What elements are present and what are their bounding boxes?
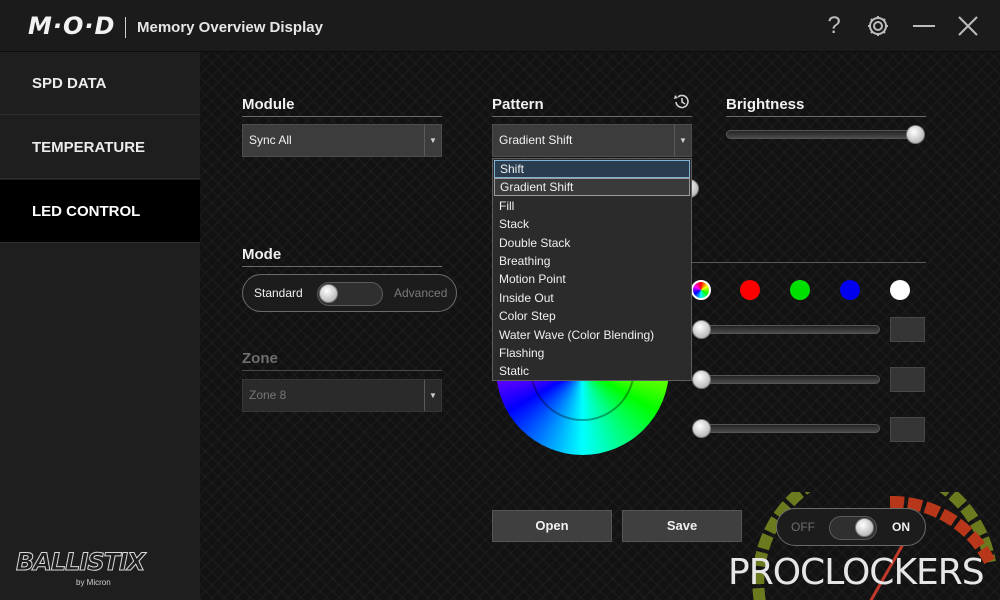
pattern-option[interactable]: Flashing [494, 344, 690, 362]
minimize-icon[interactable] [910, 12, 938, 40]
pattern-option[interactable]: Breathing [494, 252, 690, 270]
pattern-value: Gradient Shift [499, 133, 573, 147]
window-title: Memory Overview Display [137, 19, 323, 36]
pattern-option[interactable]: Gradient Shift [494, 178, 690, 197]
power-toggle[interactable]: OFF ON [776, 508, 926, 546]
swatch-blue[interactable] [840, 280, 860, 300]
chevron-down-icon: ▼ [424, 125, 441, 156]
pattern-option[interactable]: Water Wave (Color Blending) [494, 326, 690, 344]
mode-switch-knob[interactable] [319, 284, 338, 303]
power-switch[interactable] [829, 516, 877, 540]
red-value-box[interactable] [890, 317, 925, 342]
sidebar: SPD DATA TEMPERATURE LED CONTROL [0, 52, 200, 600]
module-value: Sync All [249, 133, 292, 147]
pattern-option[interactable]: Stack [494, 215, 690, 233]
pattern-option[interactable]: Fill [494, 197, 690, 215]
red-slider-handle[interactable] [692, 320, 711, 339]
sidebar-item-temperature[interactable]: TEMPERATURE [0, 116, 200, 179]
zone-value: Zone 8 [249, 388, 287, 402]
history-icon[interactable] [672, 92, 692, 112]
led-control-panel: Module Sync All ▼ Pattern Gradient Shift… [200, 52, 1000, 600]
save-button[interactable]: Save [622, 510, 742, 542]
green-slider-handle[interactable] [692, 370, 711, 389]
mode-switch[interactable] [317, 282, 383, 306]
gear-icon[interactable] [864, 12, 892, 40]
swatch-red[interactable] [740, 280, 760, 300]
chevron-down-icon: ▼ [424, 380, 441, 411]
module-label: Module [242, 96, 442, 117]
blue-value-box[interactable] [890, 417, 925, 442]
blue-slider[interactable] [696, 424, 880, 433]
green-slider[interactable] [696, 375, 880, 384]
app-logo: M·O·D [28, 12, 116, 40]
open-button[interactable]: Open [492, 510, 612, 542]
green-value-box[interactable] [890, 367, 925, 392]
pattern-option[interactable]: Double Stack [494, 234, 690, 252]
brightness-slider[interactable] [726, 130, 924, 139]
zone-label: Zone [242, 350, 442, 371]
pattern-option[interactable]: Shift [494, 160, 690, 178]
pattern-option[interactable]: Color Step [494, 307, 690, 325]
brightness-slider-handle[interactable] [906, 125, 925, 144]
title-divider [125, 17, 126, 38]
proclockers-watermark: PROCLOCKERS [728, 552, 985, 593]
pattern-options-list[interactable]: Shift Gradient Shift Fill Stack Double Stack… [492, 158, 692, 381]
swatch-green[interactable] [790, 280, 810, 300]
zone-dropdown: Zone 8 ▼ [242, 379, 442, 412]
mode-toggle[interactable]: Standard Advanced [242, 274, 457, 312]
red-slider[interactable] [696, 325, 880, 334]
close-icon[interactable] [954, 12, 982, 40]
power-off-label: OFF [791, 520, 815, 534]
module-dropdown[interactable]: Sync All ▼ [242, 124, 442, 157]
brightness-label: Brightness [726, 96, 926, 117]
sidebar-item-led-control[interactable]: LED CONTROL [0, 180, 200, 243]
blue-slider-handle[interactable] [692, 419, 711, 438]
power-switch-knob[interactable] [855, 518, 874, 537]
chevron-down-icon: ▼ [674, 125, 691, 156]
mode-label: Mode [242, 246, 442, 267]
pattern-option[interactable]: Static [494, 362, 690, 380]
pattern-option[interactable]: Motion Point [494, 270, 690, 288]
mode-advanced-label: Advanced [394, 286, 448, 300]
color-section-divider [692, 262, 926, 263]
ballistix-logo: BALLISTIX [15, 548, 145, 577]
swatch-rainbow[interactable] [691, 280, 711, 300]
pattern-label: Pattern [492, 96, 692, 117]
power-on-label: ON [892, 520, 910, 534]
help-icon[interactable]: ? [820, 12, 848, 40]
sidebar-item-spd-data[interactable]: SPD DATA [0, 52, 200, 115]
mode-standard-label: Standard [254, 286, 303, 300]
pattern-option[interactable]: Inside Out [494, 289, 690, 307]
pattern-dropdown[interactable]: Gradient Shift ▼ [492, 124, 692, 157]
micron-logo: by Micron [76, 578, 111, 587]
title-bar: M·O·D Memory Overview Display ? [0, 0, 1000, 52]
swatch-white[interactable] [890, 280, 910, 300]
